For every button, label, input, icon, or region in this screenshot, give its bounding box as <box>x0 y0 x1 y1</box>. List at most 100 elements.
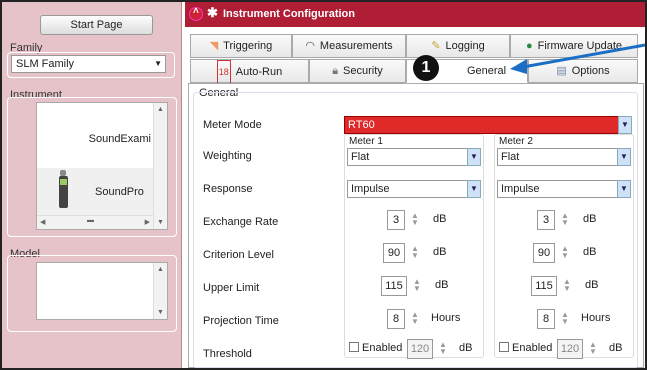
stepper-value[interactable]: 3 <box>387 210 405 230</box>
tab-label: Auto-Run <box>235 66 283 78</box>
unit-label: Hours <box>581 312 611 324</box>
response-select[interactable]: Impulse ▼ <box>347 180 481 198</box>
instrument-name: SoundPro <box>95 186 144 198</box>
tab-label: Measurements <box>319 40 393 52</box>
vertical-scrollbar[interactable]: ▲ ▼ <box>153 103 167 229</box>
tab-security[interactable]: 🔒︎ Security <box>309 59 406 83</box>
meter-2-group: Meter 2 Flat ▼ Impulse ▼ 3 ▲ ▼ dB 90 ▲ ▼ d… <box>494 134 634 359</box>
tab-measurements[interactable]: ◠ Measurements <box>292 34 406 58</box>
window-title: Instrument Configuration <box>223 8 355 20</box>
unit-label: Hours <box>431 312 461 324</box>
spinner-arrows-icon[interactable]: ▲ ▼ <box>439 341 447 356</box>
exchange-rate-stepper[interactable]: 3 ▲ ▼ dB <box>387 210 477 230</box>
instrument-list[interactable]: SoundExami SoundPro ▲ ▼ ◀ ▬ ▶ <box>36 102 168 230</box>
meter-title: Meter 2 <box>499 136 533 147</box>
stepper-value[interactable]: 115 <box>381 276 407 296</box>
response-label: Response <box>203 183 253 195</box>
scroll-left-icon[interactable]: ◀ <box>40 218 45 226</box>
threshold-enabled-checkbox[interactable]: Enabled <box>349 342 402 354</box>
gear-icon: ✱ <box>207 5 218 20</box>
criterion-level-stepper[interactable]: 90 ▲ ▼ dB <box>383 243 473 263</box>
collapse-icon[interactable] <box>189 6 203 21</box>
stepper-value[interactable]: 90 <box>383 243 405 263</box>
tab-logging[interactable]: ✎ Logging <box>406 34 510 58</box>
tab-auto-run[interactable]: 18 Auto-Run <box>190 59 309 84</box>
chevron-down-icon[interactable]: ▼ <box>467 180 481 198</box>
list-item[interactable]: SoundPro <box>37 168 153 216</box>
unit-label: dB <box>609 342 623 354</box>
meter-mode-label: Meter Mode <box>203 119 262 131</box>
stepper-value[interactable]: 90 <box>533 243 555 263</box>
weighting-select[interactable]: Flat ▼ <box>497 148 631 166</box>
family-select-value: SLM Family <box>16 58 75 70</box>
unit-label: dB <box>583 246 597 258</box>
checkbox-label: Enabled <box>512 342 553 354</box>
select-value: Impulse <box>351 183 390 195</box>
list-item[interactable]: SoundExami <box>37 103 153 168</box>
spinner-arrows-icon[interactable]: ▲ ▼ <box>589 341 597 356</box>
scroll-up-icon[interactable]: ▲ <box>154 106 167 113</box>
stepper-value[interactable]: 8 <box>387 309 405 329</box>
spinner-arrows-icon[interactable]: ▲ ▼ <box>561 212 569 227</box>
unit-label: dB <box>433 213 447 225</box>
chevron-down-icon: ▼ <box>154 59 162 68</box>
spinner-arrows-icon[interactable]: ▲ ▼ <box>561 245 569 260</box>
chevron-down-icon[interactable]: ▼ <box>618 116 632 134</box>
lock-icon: 🔒︎ <box>332 65 339 77</box>
stepper-value[interactable]: 8 <box>537 309 555 329</box>
upper-limit-stepper[interactable]: 115 ▲ ▼ dB <box>381 276 476 296</box>
criterion-level-label: Criterion Level <box>203 249 274 261</box>
scroll-up-icon[interactable]: ▲ <box>154 266 167 273</box>
threshold-control: Enabled 120 ▲ ▼ dB <box>499 339 633 359</box>
scroll-right-icon[interactable]: ▶ <box>145 218 150 226</box>
stepper-value[interactable]: 3 <box>537 210 555 230</box>
vertical-scrollbar[interactable]: ▲ ▼ <box>153 263 167 319</box>
weighting-label: Weighting <box>203 150 252 162</box>
unit-label: dB <box>585 279 599 291</box>
upper-limit-stepper[interactable]: 115 ▲ ▼ dB <box>531 276 626 296</box>
general-tab-content: General Meter Mode RT60 ▼ Weighting Resp… <box>188 83 644 368</box>
window-title-bar: ✱ Instrument Configuration <box>185 2 645 27</box>
spinner-arrows-icon[interactable]: ▲ ▼ <box>411 311 419 326</box>
tab-triggering[interactable]: ◥ Triggering <box>190 34 292 58</box>
exchange-rate-stepper[interactable]: 3 ▲ ▼ dB <box>537 210 627 230</box>
checkbox-icon[interactable] <box>499 342 509 352</box>
start-page-button[interactable]: Start Page <box>40 15 153 35</box>
spinner-arrows-icon[interactable]: ▲ ▼ <box>413 278 421 293</box>
projection-time-label: Projection Time <box>203 315 279 327</box>
meter-mode-select[interactable]: RT60 ▼ <box>344 116 632 134</box>
projection-time-stepper[interactable]: 8 ▲ ▼ Hours <box>387 309 482 329</box>
upper-limit-label: Upper Limit <box>203 282 260 294</box>
response-select[interactable]: Impulse ▼ <box>497 180 631 198</box>
chevron-down-icon[interactable]: ▼ <box>467 148 481 166</box>
chevron-down-icon[interactable]: ▼ <box>617 148 631 166</box>
select-value: Impulse <box>501 183 540 195</box>
criterion-level-stepper[interactable]: 90 ▲ ▼ dB <box>533 243 623 263</box>
tab-label: Logging <box>445 40 485 52</box>
spinner-arrows-icon[interactable]: ▲ ▼ <box>411 212 419 227</box>
unit-label: dB <box>433 246 447 258</box>
horizontal-scrollbar[interactable]: ◀ ▬ ▶ <box>37 215 153 229</box>
gauge-icon: ◠ <box>305 40 315 52</box>
stepper-value[interactable]: 115 <box>531 276 557 296</box>
spinner-arrows-icon[interactable]: ▲ ▼ <box>561 311 569 326</box>
model-list[interactable]: ▲ ▼ <box>36 262 168 320</box>
chevron-down-icon[interactable]: ▼ <box>617 180 631 198</box>
spinner-arrows-icon[interactable]: ▲ ▼ <box>563 278 571 293</box>
projection-time-stepper[interactable]: 8 ▲ ▼ Hours <box>537 309 632 329</box>
threshold-enabled-checkbox[interactable]: Enabled <box>499 342 552 354</box>
threshold-value[interactable]: 120 <box>407 339 433 359</box>
unit-label: dB <box>435 279 449 291</box>
checkbox-icon[interactable] <box>349 342 359 352</box>
spinner-arrows-icon[interactable]: ▲ ▼ <box>411 245 419 260</box>
family-select[interactable]: SLM Family ▼ <box>11 55 166 73</box>
instrument-name: SoundExami <box>88 133 151 145</box>
scroll-down-icon[interactable]: ▼ <box>157 309 164 316</box>
weighting-select[interactable]: Flat ▼ <box>347 148 481 166</box>
callout-number-badge: 1 <box>413 55 439 81</box>
scroll-down-icon[interactable]: ▼ <box>157 219 164 226</box>
scroll-grip-icon: ▬ <box>87 217 94 224</box>
threshold-value[interactable]: 120 <box>557 339 583 359</box>
pointer-arrow-icon <box>510 43 646 74</box>
sound-level-meter-icon <box>57 170 69 208</box>
